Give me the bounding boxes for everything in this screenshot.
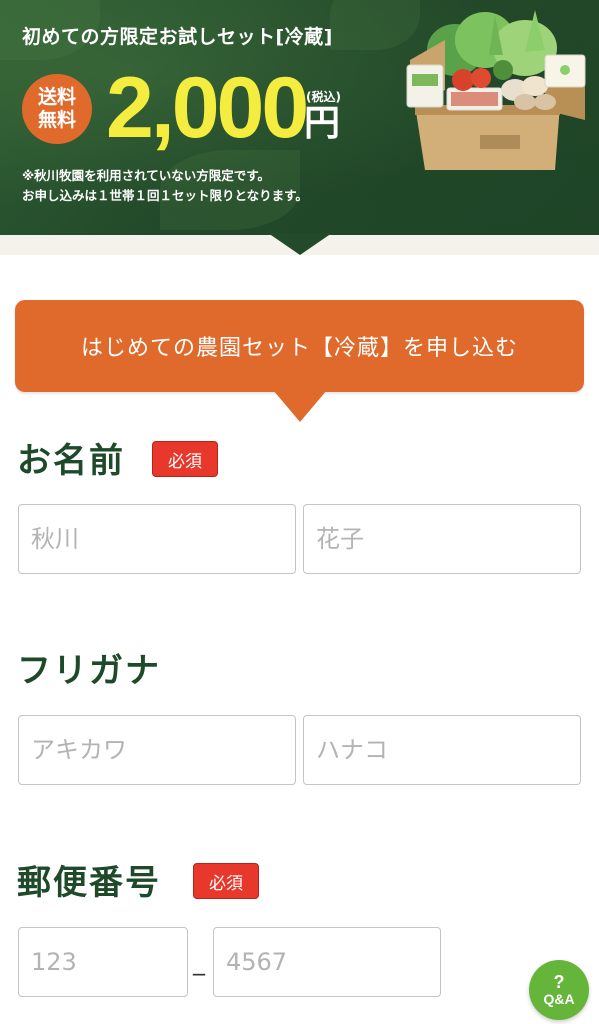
currency-unit: 円 — [304, 103, 341, 144]
furigana-label: フリガナ — [17, 651, 161, 691]
hero-title: 初めての方限定お試しセット[冷蔵] — [22, 26, 333, 48]
hero-note-1: ※秋川牧園を利用されていない方限定です。 — [22, 168, 271, 183]
apply-button[interactable]: はじめての農園セット【冷蔵】を申し込む — [15, 300, 584, 392]
postal-required-badge: 必須 — [193, 863, 259, 899]
price-amount: 2,000 — [106, 60, 309, 156]
first-name-input[interactable] — [303, 504, 581, 574]
qa-button[interactable]: ? Q&A — [529, 960, 589, 1020]
hero-banner: 初めての方限定お試しセット[冷蔵] 送料 無料 2,000 (税込) 円 ※秋川… — [0, 0, 599, 235]
postal-code-first-input[interactable] — [18, 927, 188, 997]
apply-button-pointer — [273, 390, 327, 422]
free-shipping-badge: 送料 無料 — [22, 74, 92, 144]
name-label: お名前 — [17, 441, 125, 481]
badge-line-1: 送料 — [37, 86, 76, 108]
first-name-kana-input[interactable] — [303, 715, 581, 785]
name-required-badge: 必須 — [152, 441, 218, 477]
postal-separator: _ — [193, 948, 205, 976]
qa-label: Q&A — [543, 991, 575, 1007]
postal-code-label: 郵便番号 — [17, 863, 161, 903]
produce-box-image — [406, 10, 586, 170]
question-icon: ? — [553, 972, 565, 992]
badge-line-2: 無料 — [37, 109, 76, 131]
hero-note-2: お申し込みは１世帯１回１セット限りとなります。 — [22, 188, 308, 203]
hero-notes: ※秋川牧園を利用されていない方限定です。 お申し込みは１世帯１回１セット限りとな… — [22, 166, 308, 206]
hero-notch — [268, 233, 332, 255]
last-name-kana-input[interactable] — [18, 715, 296, 785]
last-name-input[interactable] — [18, 504, 296, 574]
postal-code-second-input[interactable] — [213, 927, 441, 997]
